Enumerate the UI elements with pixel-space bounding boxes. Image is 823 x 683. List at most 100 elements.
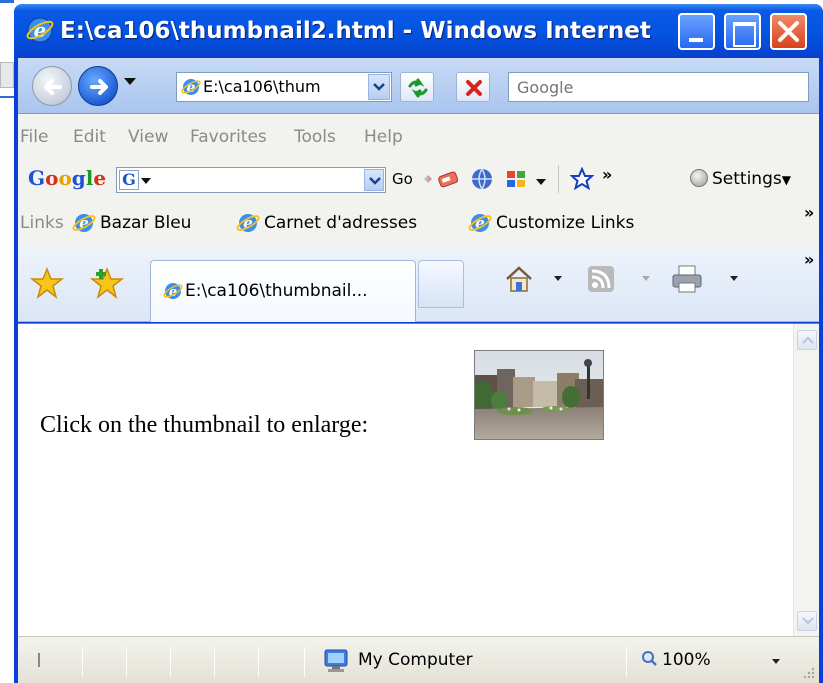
- background-window-fragment: [0, 62, 14, 88]
- settings-caret-icon: ▼: [781, 173, 791, 187]
- settings-wrench-icon: [690, 169, 708, 187]
- menu-favorites[interactable]: Favorites: [190, 125, 267, 149]
- menu-view[interactable]: View: [128, 125, 168, 149]
- status-divider: [304, 647, 305, 677]
- scroll-down-button[interactable]: [797, 611, 817, 631]
- my-computer-icon: [324, 649, 348, 672]
- back-arrow-icon: [44, 79, 62, 95]
- stop-x-icon: [466, 80, 482, 96]
- window-title: E:\ca106\thumbnail2.html - Windows Inter…: [60, 18, 660, 44]
- back-button[interactable]: [32, 66, 72, 106]
- toolbar-divider: [558, 165, 559, 193]
- feeds-dropdown[interactable]: [642, 276, 650, 281]
- chevron-up-icon: [802, 336, 814, 344]
- status-divider: [126, 647, 127, 677]
- windows-flag-icon[interactable]: [504, 167, 528, 191]
- settings-button[interactable]: Settings▼: [690, 167, 791, 192]
- rss-feed-icon[interactable]: [586, 264, 616, 294]
- browser-window: e E:\ca106\thumbnail2.html - Windows Int…: [14, 4, 823, 683]
- ie-page-icon: e: [236, 214, 260, 232]
- status-progress-marker: [38, 653, 40, 667]
- add-to-favorites-icon[interactable]: [90, 266, 124, 300]
- zoom-dropdown[interactable]: [772, 659, 780, 664]
- windows-flag-dropdown[interactable]: [536, 179, 546, 185]
- menu-file[interactable]: File: [20, 125, 48, 149]
- bookmark-star-icon[interactable]: [570, 167, 594, 191]
- menu-tools[interactable]: Tools: [294, 125, 336, 149]
- command-bar-overflow[interactable]: »: [804, 250, 814, 269]
- page-content: Click on the thumbnail to enlarge:: [18, 323, 819, 637]
- refresh-button[interactable]: [400, 72, 434, 102]
- security-zone-label: My Computer: [358, 650, 473, 670]
- google-g-icon[interactable]: G: [119, 170, 139, 190]
- chevron-down-icon: [369, 177, 381, 185]
- maximize-button[interactable]: [724, 13, 761, 50]
- blog-globe-icon[interactable]: [470, 167, 494, 191]
- status-bar: My Computer 100%: [18, 636, 819, 683]
- links-bar: Links e Bazar Bleu e Carnet d'adresses e…: [18, 201, 819, 245]
- instruction-text: Click on the thumbnail to enlarge:: [40, 412, 369, 438]
- menu-help[interactable]: Help: [364, 125, 403, 149]
- thumbnail-image[interactable]: [474, 350, 604, 440]
- menu-bar: File Edit View Favorites Tools Help: [18, 115, 819, 157]
- tab-bar: e E:\ca106\thumbnail... »: [18, 246, 819, 322]
- ie-logo-icon: e: [26, 17, 54, 43]
- ie-page-icon: e: [72, 214, 96, 232]
- resize-grip-icon[interactable]: [801, 665, 815, 679]
- print-icon[interactable]: [670, 264, 704, 294]
- links-overflow[interactable]: »: [804, 203, 814, 222]
- print-dropdown[interactable]: [730, 276, 738, 281]
- toolbar-grip-icon: [424, 175, 432, 183]
- link-carnet-dadresses[interactable]: e Carnet d'adresses: [236, 211, 417, 235]
- zoom-level: 100%: [662, 650, 711, 670]
- pagerank-icon[interactable]: [436, 167, 460, 191]
- address-bar[interactable]: e E:\ca106\thum: [176, 72, 392, 102]
- menu-edit[interactable]: Edit: [73, 125, 106, 149]
- new-tab-button[interactable]: [418, 260, 464, 308]
- google-menu-caret-icon[interactable]: [141, 178, 151, 184]
- plaza-photo: [475, 351, 603, 439]
- search-input[interactable]: [509, 73, 808, 101]
- tab-thumbnail2[interactable]: e E:\ca106\thumbnail...: [150, 260, 416, 322]
- tab-label: E:\ca106\thumbnail...: [185, 281, 368, 301]
- status-divider: [258, 647, 259, 677]
- address-dropdown-button[interactable]: [368, 74, 390, 100]
- home-icon[interactable]: [504, 264, 534, 294]
- stop-button[interactable]: [456, 72, 490, 102]
- chevron-down-icon: [373, 83, 385, 91]
- page-ie-icon: e: [181, 79, 201, 96]
- google-history-dropdown[interactable]: [364, 169, 384, 191]
- settings-label: Settings: [712, 169, 782, 189]
- search-box[interactable]: [508, 72, 809, 102]
- forward-button[interactable]: [78, 66, 118, 106]
- scroll-up-button[interactable]: [797, 330, 817, 350]
- favorites-center-icon[interactable]: [30, 266, 64, 300]
- minimize-button[interactable]: [678, 13, 715, 50]
- close-button[interactable]: [770, 13, 807, 50]
- home-dropdown[interactable]: [554, 276, 562, 281]
- google-toolbar-overflow[interactable]: »: [602, 165, 612, 184]
- status-divider: [170, 647, 171, 677]
- ie-page-icon: e: [163, 283, 183, 300]
- google-search-field[interactable]: G: [116, 167, 386, 193]
- google-go-button[interactable]: Go: [392, 167, 413, 191]
- status-divider: [82, 647, 83, 677]
- browser-chrome: e E:\ca106\thum Google File Edit View Fa…: [18, 58, 819, 322]
- security-zone[interactable]: My Computer: [322, 647, 473, 673]
- ie-page-icon: e: [468, 214, 492, 232]
- forward-arrow-icon: [90, 79, 108, 95]
- recent-pages-dropdown[interactable]: [124, 78, 136, 85]
- zoom-magnifier-icon: [642, 651, 657, 666]
- link-bazar-bleu[interactable]: e Bazar Bleu: [72, 211, 191, 235]
- zoom-control[interactable]: 100%: [640, 647, 711, 673]
- status-divider: [214, 647, 215, 677]
- link-customize-links[interactable]: e Customize Links: [468, 211, 634, 235]
- status-divider: [626, 647, 627, 677]
- vertical-scrollbar[interactable]: [793, 324, 819, 637]
- google-toolbar: Google G Go » Settings▼: [18, 157, 819, 201]
- google-logo[interactable]: Google: [28, 165, 106, 191]
- chevron-down-icon: [802, 617, 814, 625]
- title-bar[interactable]: e E:\ca106\thumbnail2.html - Windows Int…: [14, 4, 823, 58]
- navigation-bar: e E:\ca106\thum: [18, 58, 819, 114]
- address-text[interactable]: E:\ca106\thum: [203, 73, 369, 101]
